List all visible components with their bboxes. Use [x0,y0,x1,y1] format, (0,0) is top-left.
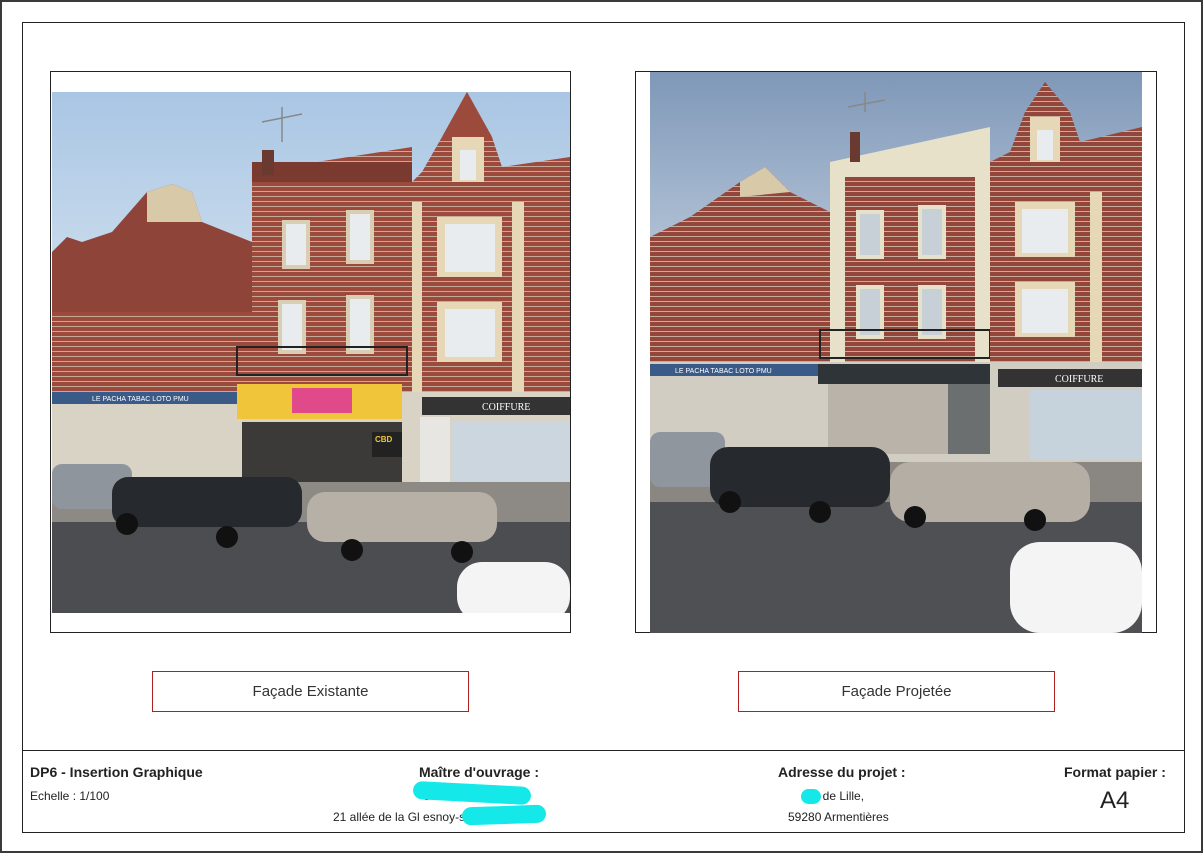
right-shop-sign-1: LE PACHA TABAC LOTO PMU [675,368,772,375]
document-title: DP6 - Insertion Graphique [30,764,203,780]
project-address-heading: Adresse du projet : [778,764,906,780]
project-address-line2: 59280 Armentières [788,810,889,824]
right-shop-sign-2: COIFFURE [1055,374,1103,385]
existing-facade-frame: LE PACHA TABAC LOTO PMU CBD COIFFURE [50,71,571,633]
title-block [22,750,1185,833]
owner-address-redaction-mark [461,804,547,826]
projected-facade-caption: Façade Projetée [738,671,1055,712]
owner-heading: Maître d'ouvrage : [419,764,540,780]
existing-facade-caption: Façade Existante [152,671,469,712]
projected-facade-frame: LE PACHA TABAC LOTO PMU COIFFURE [635,71,1157,633]
existing-facade-caption-label: Façade Existante [252,683,369,700]
projected-facade-caption-label: Façade Projetée [841,683,952,700]
project-address-redaction-mark [801,789,821,804]
paper-format-value: A4 [1100,787,1130,814]
left-shop-sign-1: LE PACHA TABAC LOTO PMU [92,396,189,403]
projected-facade-photo: LE PACHA TABAC LOTO PMU COIFFURE [650,72,1142,633]
paper-format-heading: Format papier : [1064,764,1166,780]
scale-label: Echelle : 1/100 [30,789,110,803]
existing-facade-photo: LE PACHA TABAC LOTO PMU CBD COIFFURE [52,92,570,613]
left-shop-sign-3: CBD [375,435,393,444]
left-shop-sign-2: COIFFURE [482,402,530,413]
